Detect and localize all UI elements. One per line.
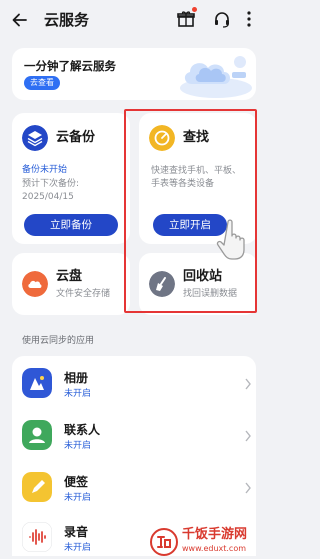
page-title: 云服务 [44, 11, 90, 29]
gallery-icon [22, 368, 52, 398]
cloud-illustration-icon [180, 56, 252, 98]
backup-status: 备份未开始 [22, 165, 68, 175]
sync-app-list: 相册 未开启 联系人 未开启 便签 未开启 录音 未开启 [12, 356, 256, 556]
watermark-url: www.eduxt.com [182, 544, 247, 553]
backup-next-date: 2025/04/15 [22, 192, 74, 202]
app-name: 便签 [64, 475, 89, 489]
backup-next-label: 预计下次备份: [22, 179, 80, 189]
recorder-icon [22, 522, 52, 552]
back-arrow-icon[interactable] [10, 10, 30, 30]
more-icon[interactable] [244, 9, 254, 29]
list-item-gallery[interactable]: 相册 未开启 [12, 356, 256, 408]
app-name: 录音 [64, 525, 89, 539]
highlight-box [124, 109, 257, 313]
tap-hand-icon [216, 219, 245, 260]
list-item-contacts[interactable]: 联系人 未开启 [12, 408, 256, 460]
sync-status: 未开启 [64, 389, 92, 399]
card-title: 云盘 [56, 269, 83, 284]
sync-status: 未开启 [64, 441, 92, 451]
list-item-notes[interactable]: 便签 未开启 [12, 460, 256, 512]
chevron-right-icon [245, 430, 251, 442]
cloud-icon [22, 271, 48, 297]
layers-icon [22, 125, 48, 151]
banner-view-button[interactable]: 去查看 [24, 76, 60, 90]
notification-dot [192, 7, 197, 12]
chevron-right-icon [245, 378, 251, 390]
app-name: 相册 [64, 371, 89, 385]
disk-desc: 文件安全存储 [56, 289, 111, 299]
cloud-disk-card[interactable]: 云盘 文件安全存储 [12, 253, 130, 315]
gift-icon[interactable] [176, 9, 196, 29]
sync-section-label: 使用云同步的应用 [22, 336, 95, 346]
watermark-logo-icon [150, 528, 178, 556]
cloud-backup-card[interactable]: 云备份 备份未开始 预计下次备份: 2025/04/15 立即备份 [12, 113, 130, 244]
sync-status: 未开启 [64, 493, 92, 503]
notes-icon [22, 472, 52, 502]
backup-now-button[interactable]: 立即备份 [24, 214, 118, 236]
card-title: 云备份 [56, 130, 96, 145]
app-name: 联系人 [64, 423, 101, 437]
watermark-site-name: 千饭手游网 [182, 527, 248, 542]
contacts-icon [22, 420, 52, 450]
headset-icon[interactable] [212, 9, 232, 29]
intro-banner[interactable]: 一分钟了解云服务 去查看 [12, 48, 256, 100]
banner-title: 一分钟了解云服务 [24, 59, 116, 73]
chevron-right-icon [245, 482, 251, 494]
sync-status: 未开启 [64, 543, 92, 553]
